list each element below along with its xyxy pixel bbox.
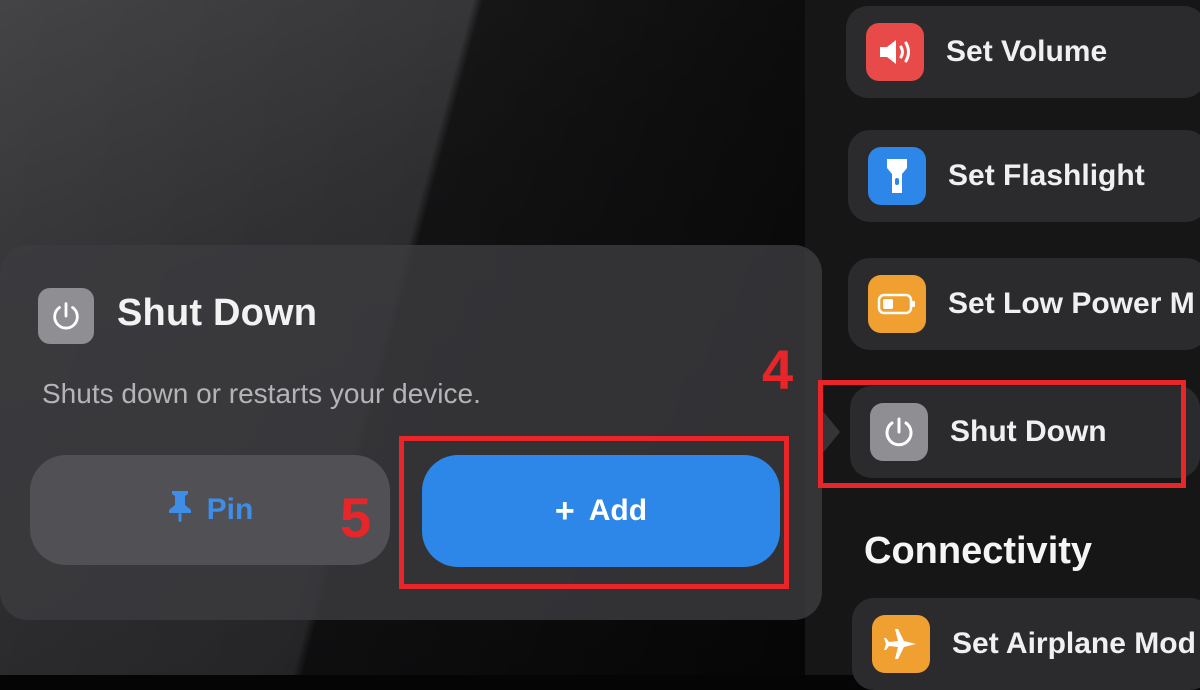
pin-icon: [167, 489, 193, 531]
control-item-set-airplane-mode[interactable]: Set Airplane Mod: [852, 598, 1200, 690]
control-item-set-low-power-mode[interactable]: Set Low Power M: [848, 258, 1200, 350]
control-item-set-volume[interactable]: Set Volume: [846, 6, 1200, 98]
step-number-5: 5: [340, 486, 372, 549]
highlight-box-add: [399, 436, 789, 589]
highlight-box-shut-down: [818, 380, 1186, 488]
step-number-4: 4: [762, 338, 794, 401]
speaker-icon: [866, 23, 924, 81]
pin-button-label: Pin: [206, 493, 254, 526]
power-icon: [38, 288, 94, 344]
popover-description: Shuts down or restarts your device.: [42, 378, 481, 409]
battery-icon: [868, 275, 926, 333]
control-item-label: Set Volume: [946, 35, 1108, 68]
airplane-icon: [872, 615, 930, 673]
control-item-label: Set Airplane Mod: [952, 627, 1196, 660]
control-item-set-flashlight[interactable]: Set Flashlight: [848, 130, 1200, 222]
section-heading-connectivity: Connectivity: [864, 530, 1093, 572]
flashlight-icon: [868, 147, 926, 205]
pin-button[interactable]: Pin: [30, 455, 390, 565]
control-item-label: Set Low Power M: [948, 287, 1195, 320]
popover-title: Shut Down: [117, 292, 318, 334]
control-item-label: Set Flashlight: [948, 159, 1145, 192]
